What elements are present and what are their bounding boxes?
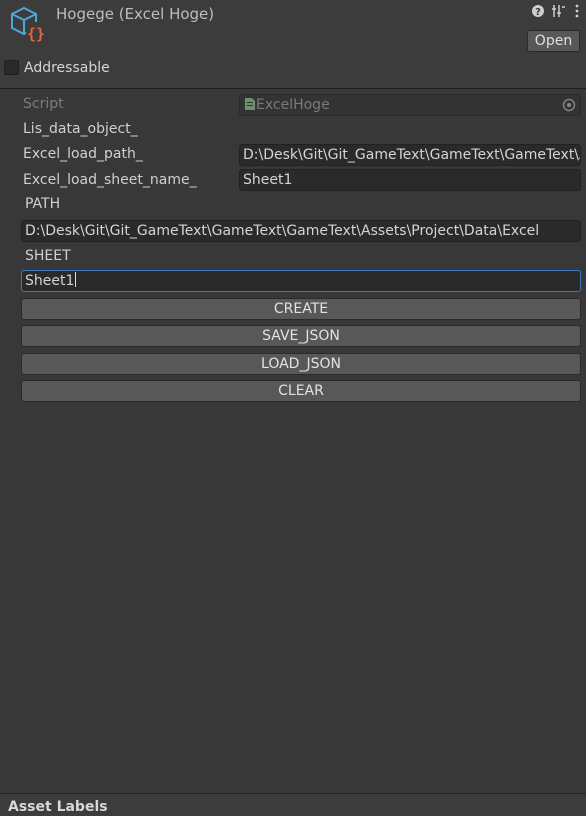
excel-load-path-field[interactable]: D:\Desk\Git\Git_GameText\GameText\GameTe…	[239, 144, 581, 166]
script-asset-icon: {}	[11, 6, 46, 43]
inspector-title: Hogege (Excel Hoge)	[56, 5, 215, 23]
more-icon[interactable]	[572, 4, 582, 20]
addressable-checkbox[interactable]	[4, 60, 19, 75]
preset-icon[interactable]	[550, 4, 566, 20]
clear-button[interactable]: CLEAR	[21, 380, 581, 402]
asset-labels-label: Asset Labels	[8, 799, 108, 815]
header-divider	[0, 88, 586, 89]
open-button[interactable]: Open	[527, 30, 580, 52]
svg-text:?: ?	[535, 7, 541, 18]
sheet-input[interactable]: Sheet1	[21, 270, 581, 292]
svg-text:{}: {}	[27, 25, 45, 43]
script-value: ExcelHoge	[256, 97, 330, 113]
excel-load-path-label: Excel_load_path_	[23, 146, 143, 162]
sheet-heading: SHEET	[25, 248, 71, 264]
sheet-input-text: Sheet1	[25, 273, 75, 289]
excel-load-sheet-name-field[interactable]: Sheet1	[239, 169, 581, 191]
script-label: Script	[23, 96, 64, 112]
lis-data-object-label: Lis_data_object_	[23, 121, 138, 137]
create-button[interactable]: CREATE	[21, 298, 581, 320]
help-icon[interactable]: ?	[530, 4, 546, 20]
object-picker-icon[interactable]	[562, 98, 576, 115]
addressable-label: Addressable	[24, 60, 110, 76]
path-input[interactable]: D:\Desk\Git\Git_GameText\GameText\GameTe…	[21, 220, 581, 242]
script-field: ExcelHoge	[239, 94, 581, 116]
text-caret	[75, 272, 77, 287]
path-heading: PATH	[25, 196, 61, 212]
load-json-button[interactable]: LOAD_JSON	[21, 353, 581, 375]
script-file-icon	[244, 97, 256, 115]
save-json-button[interactable]: SAVE_JSON	[21, 325, 581, 347]
excel-load-sheet-name-label: Excel_load_sheet_name_	[23, 172, 197, 188]
